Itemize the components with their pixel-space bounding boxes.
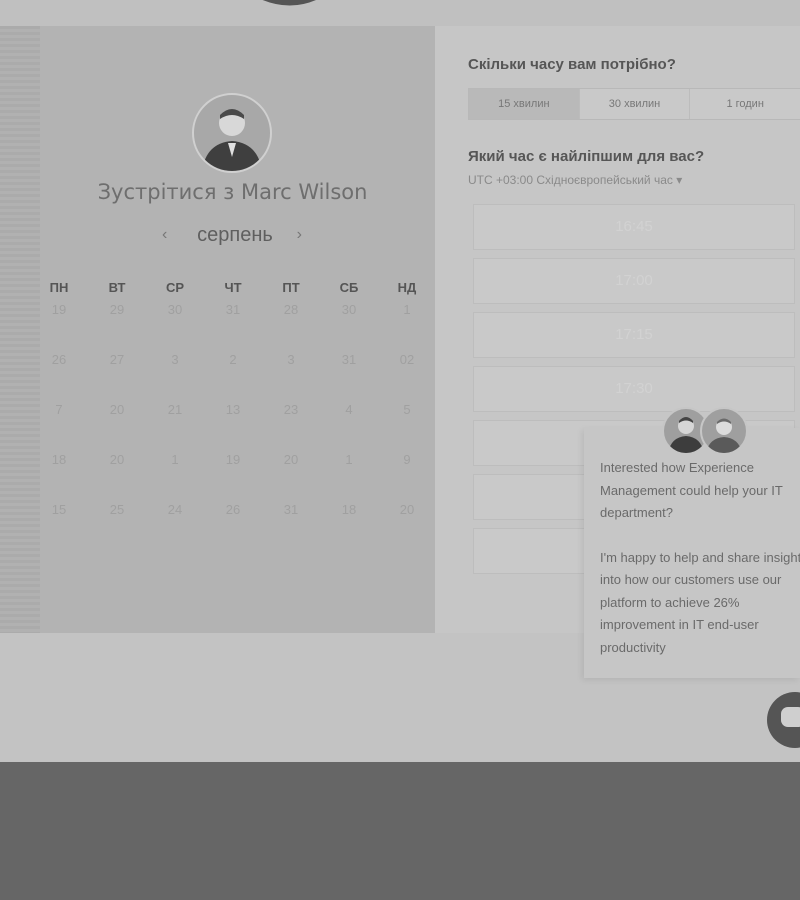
month-label: серпень	[197, 224, 273, 246]
calendar-day[interactable]: 9	[378, 450, 436, 500]
chat-message: Interested how Experience Management cou…	[600, 457, 800, 659]
calendar-day[interactable]: 25	[88, 500, 146, 550]
calendar-day[interactable]: 18	[320, 500, 378, 550]
calendar-day[interactable]: 31	[262, 500, 320, 550]
calendar-week: 7 20 21 13 23 4 5	[30, 400, 436, 450]
calendar-day[interactable]: 30	[146, 300, 204, 350]
calendar-day[interactable]: 31	[204, 300, 262, 350]
month-navigator: ‹ серпень ›	[150, 224, 320, 252]
meeting-title: Зустрітися з Marc Wilson	[97, 180, 368, 204]
calendar-day[interactable]: 31	[320, 350, 378, 400]
time-slot[interactable]: 16:45	[473, 204, 795, 250]
chevron-left-icon[interactable]: ‹	[162, 226, 167, 244]
chat-message-line: I'm happy to help and share insight into…	[600, 549, 800, 655]
chat-bubble-icon	[781, 707, 800, 727]
weekday-label: СБ	[339, 280, 359, 295]
duration-option-30[interactable]: 30 хвилин	[580, 89, 691, 119]
header-strip	[0, 0, 800, 27]
weekday-label: ПТ	[282, 280, 300, 295]
calendar-day[interactable]: 19	[30, 300, 88, 350]
weekday-label: НД	[397, 280, 417, 295]
time-slot[interactable]: 17:15	[473, 312, 795, 358]
calendar-day[interactable]: 30	[320, 300, 378, 350]
calendar-day[interactable]: 20	[378, 500, 436, 550]
weekday-label: СР	[165, 280, 185, 295]
calendar-day[interactable]: 21	[146, 400, 204, 450]
calendar-day[interactable]: 20	[262, 450, 320, 500]
weekday-label: ПН	[49, 280, 69, 295]
calendar-week: 15 25 24 26 31 18 20	[30, 500, 436, 550]
scheduling-page: Зустрітися з Marc Wilson ‹ серпень › ПН …	[0, 0, 800, 762]
bottom-band	[0, 762, 800, 900]
calendar-day[interactable]: 13	[204, 400, 262, 450]
duration-selector: 15 хвилин 30 хвилин 1 годин	[468, 88, 800, 120]
weekday-label: ЧТ	[224, 280, 242, 295]
calendar-day[interactable]: 27	[88, 350, 146, 400]
calendar-day[interactable]: 29	[88, 300, 146, 350]
calendar-day[interactable]: 3	[262, 350, 320, 400]
calendar-day[interactable]: 23	[262, 400, 320, 450]
calendar-day[interactable]: 20	[88, 400, 146, 450]
calendar-week: 26 27 3 2 3 31 02	[30, 350, 436, 400]
time-slot[interactable]: 17:30	[473, 366, 795, 412]
calendar-day[interactable]: 5	[378, 400, 436, 450]
weekday-label: ВТ	[108, 280, 126, 295]
calendar-week: 19 29 30 31 28 30 1	[30, 300, 436, 350]
chat-message-line: Interested how Experience Management cou…	[600, 460, 783, 520]
host-avatar	[192, 93, 272, 173]
timezone-select[interactable]: UTC +03:00 Східноєвропейський час ▾	[468, 173, 682, 187]
person-icon	[706, 418, 742, 453]
calendar-day[interactable]: 28	[262, 300, 320, 350]
calendar-day[interactable]: 1	[378, 300, 436, 350]
time-question: Який час є найліпшим для вас?	[468, 148, 705, 165]
weekday-header: ПН ВТ СР ЧТ ПТ СБ НД	[30, 280, 436, 295]
calendar-day[interactable]: 24	[146, 500, 204, 550]
time-slot[interactable]: 17:00	[473, 258, 795, 304]
calendar-day[interactable]: 7	[30, 400, 88, 450]
calendar-day[interactable]: 3	[146, 350, 204, 400]
person-icon	[202, 109, 262, 171]
duration-option-15[interactable]: 15 хвилин	[469, 89, 580, 119]
calendar-day[interactable]: 2	[204, 350, 262, 400]
calendar-grid: 19 29 30 31 28 30 1 26 27 3 2 3 31 02 7 …	[30, 300, 436, 550]
duration-question: Скільки часу вам потрібно?	[468, 56, 676, 73]
calendar-day[interactable]: 4	[320, 400, 378, 450]
chat-avatars	[662, 407, 752, 455]
calendar-day[interactable]: 1	[146, 450, 204, 500]
calendar-day[interactable]: 20	[88, 450, 146, 500]
logo-icon	[262, 0, 316, 6]
duration-option-60[interactable]: 1 годин	[690, 89, 800, 119]
chevron-right-icon[interactable]: ›	[297, 226, 302, 244]
calendar-week: 18 20 1 19 20 1 9	[30, 450, 436, 500]
calendar-day[interactable]: 26	[30, 350, 88, 400]
calendar-day[interactable]: 02	[378, 350, 436, 400]
calendar-day[interactable]: 15	[30, 500, 88, 550]
calendar-day[interactable]: 18	[30, 450, 88, 500]
calendar-day[interactable]: 1	[320, 450, 378, 500]
calendar-day[interactable]: 26	[204, 500, 262, 550]
agent-avatar	[700, 407, 748, 455]
calendar-day[interactable]: 19	[204, 450, 262, 500]
